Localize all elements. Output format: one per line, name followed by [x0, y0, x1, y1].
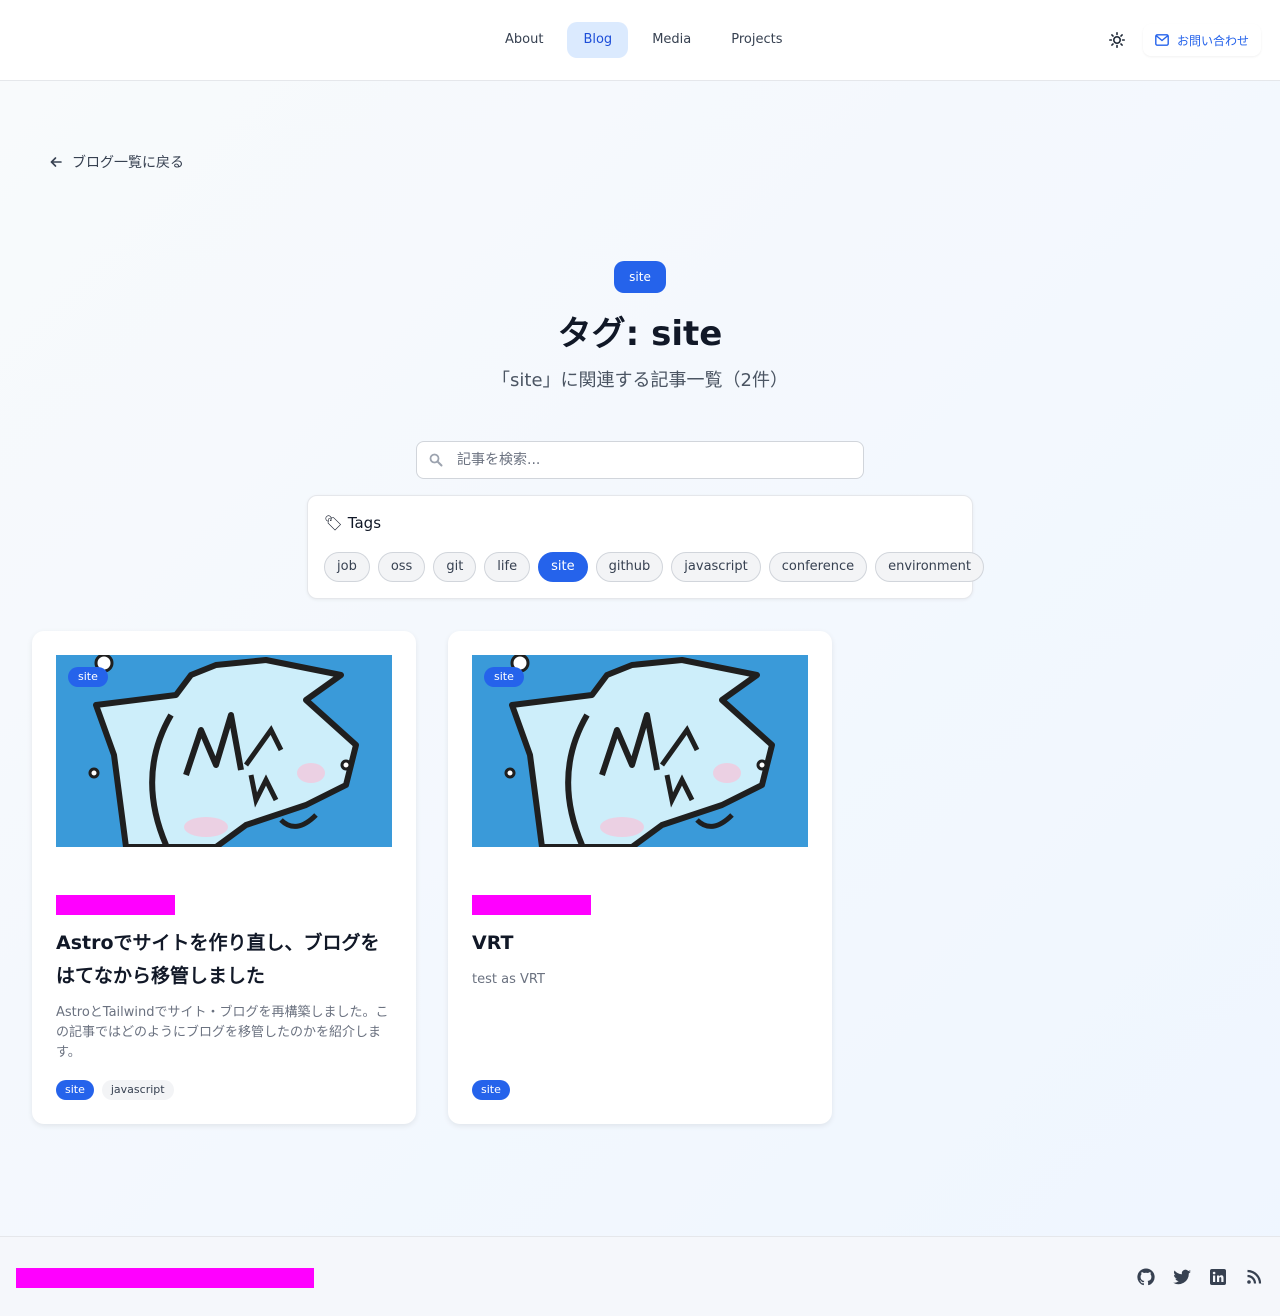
- sun-icon: [1109, 32, 1125, 48]
- nav-item-about[interactable]: About: [489, 22, 559, 58]
- back-link-label: ブログ一覧に戻る: [72, 155, 184, 171]
- mail-icon: [1155, 34, 1169, 46]
- post-tag-javascript[interactable]: javascript: [101, 1080, 174, 1100]
- post-tag-site[interactable]: site: [472, 1080, 510, 1100]
- tag-badge: site: [614, 261, 666, 293]
- main-nav: About Blog Media Projects: [489, 22, 799, 58]
- tag-chip-job[interactable]: job: [324, 552, 370, 582]
- page-title: タグ: site: [557, 314, 723, 354]
- thumbnail-tag-badge: site: [484, 667, 524, 687]
- github-link[interactable]: [1136, 1267, 1156, 1287]
- post-description: AstroとTailwindでサイト・ブログを再構築しました。この記事ではどのよ…: [56, 1005, 389, 1060]
- nav-item-blog[interactable]: Blog: [567, 22, 629, 58]
- page-subtitle: 「site」に関連する記事一覧（2件）: [492, 370, 788, 391]
- tags-panel: 🏷 Tags job oss git life site github java…: [307, 495, 984, 599]
- github-icon: [1137, 1268, 1155, 1286]
- post-tag-site[interactable]: site: [56, 1080, 94, 1100]
- tag-chip-git[interactable]: git: [433, 552, 477, 582]
- theme-toggle-button[interactable]: [1105, 28, 1129, 52]
- tag-chip-environment[interactable]: environment: [875, 552, 984, 582]
- twitter-icon: [1173, 1269, 1191, 1285]
- tags-list: job oss git life site github javascript …: [324, 552, 984, 582]
- post-title[interactable]: Astroでサイトを作り直し、ブログをはてなから移管しました: [56, 927, 392, 993]
- twitter-link[interactable]: [1172, 1267, 1192, 1287]
- copyright-redacted: [16, 1268, 314, 1288]
- tag-chip-oss[interactable]: oss: [377, 552, 426, 582]
- search-box: [416, 441, 864, 479]
- post-tags: site: [472, 1080, 510, 1100]
- post-title[interactable]: VRT: [472, 927, 808, 960]
- tags-heading: 🏷 Tags: [324, 514, 382, 532]
- post-description: test as VRT: [472, 972, 545, 987]
- post-card[interactable]: site VRT test as VRT site: [448, 631, 832, 1124]
- post-date-redacted: [56, 895, 175, 915]
- search-icon: [429, 453, 443, 467]
- tag-chip-github[interactable]: github: [595, 552, 664, 582]
- nav-item-projects[interactable]: Projects: [715, 22, 798, 58]
- character-illustration: [504, 655, 775, 847]
- search-input[interactable]: [457, 442, 857, 478]
- back-to-blog-link[interactable]: ブログ一覧に戻る: [50, 152, 184, 172]
- post-thumbnail: site: [472, 655, 808, 847]
- tag-chip-site[interactable]: site: [538, 552, 588, 582]
- nav-item-media[interactable]: Media: [636, 22, 707, 58]
- arrow-left-icon: [50, 157, 62, 167]
- linkedin-link[interactable]: [1208, 1267, 1228, 1287]
- tag-chip-conference[interactable]: conference: [768, 552, 868, 582]
- tag-chip-javascript[interactable]: javascript: [671, 552, 761, 582]
- contact-label: お問い合わせ: [1177, 33, 1250, 48]
- rss-link[interactable]: [1244, 1267, 1264, 1287]
- thumbnail-tag-badge: site: [68, 667, 108, 687]
- character-illustration: [88, 655, 359, 847]
- site-header: About Blog Media Projects お問い合わせ: [0, 0, 1280, 81]
- linkedin-icon: [1210, 1269, 1226, 1285]
- rss-icon: [1247, 1269, 1262, 1284]
- post-card[interactable]: site Astroでサイトを作り直し、ブログをはてなから移管しました Astr…: [32, 631, 416, 1124]
- tag-chip-life[interactable]: life: [484, 552, 531, 582]
- post-thumbnail: site: [56, 655, 392, 847]
- site-footer: [0, 1236, 1280, 1316]
- post-date-redacted: [472, 895, 591, 915]
- post-tags: site javascript: [56, 1080, 174, 1100]
- contact-button[interactable]: お問い合わせ: [1143, 24, 1262, 56]
